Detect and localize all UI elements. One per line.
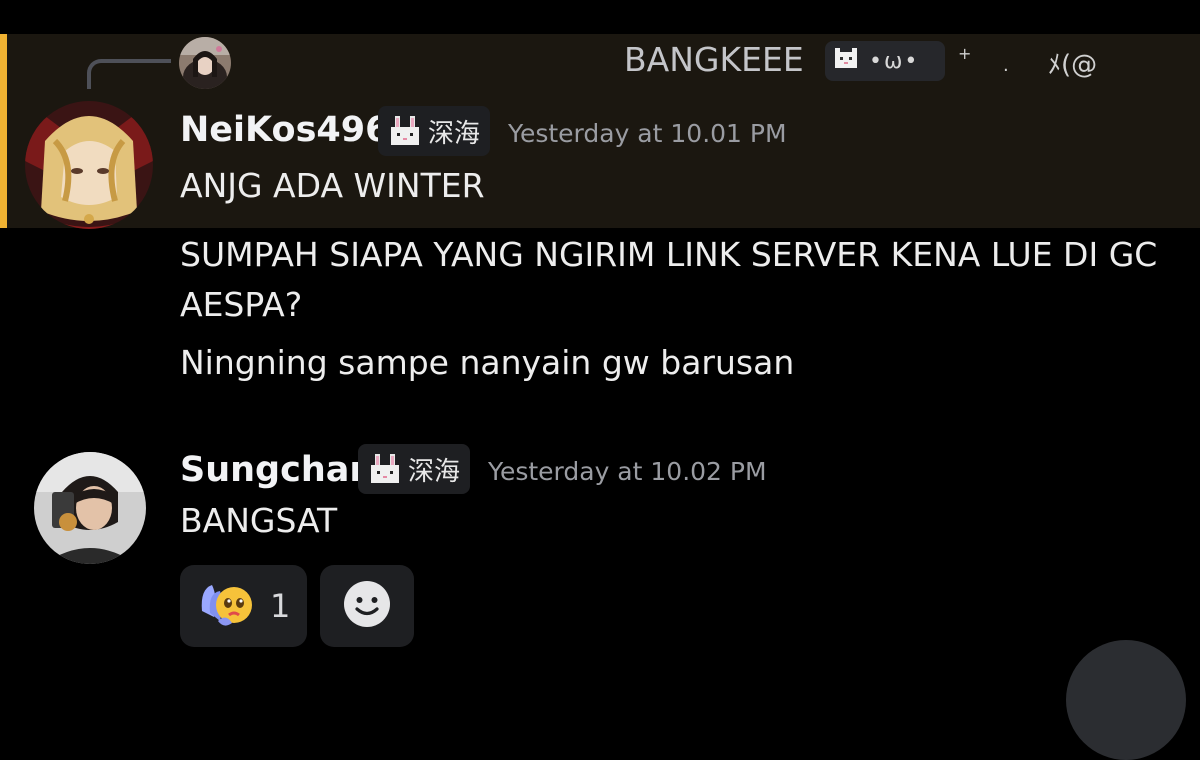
timestamp[interactable]: Yesterday at 10.01 PM [508,119,787,148]
message-text: BANGSAT [180,501,338,540]
mention-bar [0,34,7,228]
pleading-hands-emoji [196,577,256,635]
role-tag[interactable]: 深海 [378,106,491,156]
role-tag[interactable]: 深海 [358,444,471,494]
message-text: SUMPAH SIAPA YANG NGIRIM LINK SERVER KEN… [180,235,1158,324]
username[interactable]: Sungchan [180,450,374,490]
kaomoji-symbol: ﾒ(@ [1048,50,1098,80]
rabbit-icon [368,453,402,485]
tag-face-text: •ω• [869,48,920,74]
cat-face-icon [833,46,859,76]
scroll-to-bottom-button[interactable] [1066,640,1186,760]
dot-symbol: . [1003,55,1009,76]
role-tag-label: 深海 [428,118,481,149]
rabbit-icon [388,115,422,147]
user-avatar[interactable] [25,101,153,229]
username[interactable]: NeiKos496 [180,110,389,150]
reply-spine [87,59,171,89]
reaction-count: 1 [270,587,291,625]
message-text: Ningning sampe nanyain gw barusan [180,343,795,382]
user-avatar[interactable] [34,452,146,564]
add-reaction-button[interactable] [320,565,414,647]
reply-text[interactable]: BANGKEEE [624,40,804,79]
reply-avatar[interactable] [179,37,231,89]
sparkle-symbol: + [958,44,972,63]
reply-user-tag: •ω• [825,41,945,81]
timestamp[interactable]: Yesterday at 10.02 PM [488,457,767,486]
reaction-chip[interactable]: 1 [180,565,307,647]
message-text: ANJG ADA WINTER [180,166,485,205]
role-tag-label: 深海 [408,456,461,487]
add-reaction-icon [343,580,391,632]
